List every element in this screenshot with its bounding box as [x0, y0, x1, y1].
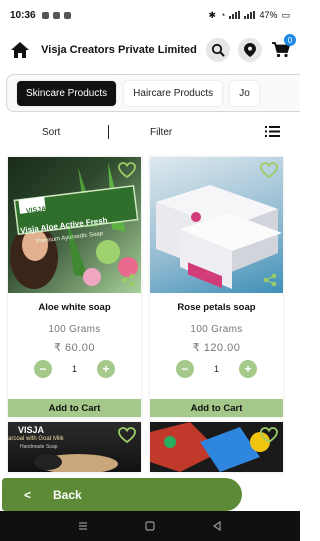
product-image[interactable]: VISJA Visja Aloe Active Fresh Premium Ay…	[8, 157, 141, 293]
system-icons: ✱ ◔ 47% ▭	[208, 10, 290, 21]
back-button[interactable]: < Back	[2, 478, 242, 511]
add-to-cart-button[interactable]: Add to Cart	[8, 399, 141, 417]
filter-button[interactable]: Filter	[150, 127, 172, 138]
notification-icons	[41, 11, 71, 19]
notification-icon	[52, 11, 60, 19]
cart-count-badge: 0	[284, 34, 296, 46]
signal-icon	[229, 11, 241, 19]
decrease-quantity-button[interactable]: −	[176, 360, 194, 378]
quantity-stepper: − 1 +	[8, 360, 141, 378]
favorite-heart-icon[interactable]	[118, 162, 136, 178]
wifi-icon: ◔	[220, 10, 226, 20]
signal-icon	[244, 11, 256, 19]
status-bar: 10:36 ✱ ◔ 47% ▭	[0, 0, 300, 30]
product-image[interactable]	[150, 157, 283, 293]
bluetooth-icon: ✱	[208, 9, 217, 20]
status-time: 10:36	[10, 9, 36, 21]
battery-percent: 47%	[259, 10, 278, 20]
add-to-cart-button[interactable]: Add to Cart	[150, 399, 283, 417]
product-quantity: 100 Grams	[190, 324, 243, 335]
location-pin-icon	[244, 43, 256, 57]
battery-icon: ▭	[281, 9, 290, 20]
product-image[interactable]	[150, 422, 283, 472]
list-view-icon[interactable]	[265, 126, 280, 137]
recent-apps-icon[interactable]	[77, 520, 89, 532]
product-card[interactable]	[150, 422, 283, 472]
quantity-value: 1	[213, 364, 219, 374]
favorite-heart-icon[interactable]	[260, 162, 278, 178]
decrease-quantity-button[interactable]: −	[34, 360, 52, 378]
chevron-left-icon: <	[24, 487, 32, 502]
share-icon[interactable]	[121, 273, 135, 287]
system-navigation-bar	[0, 511, 300, 541]
home-icon[interactable]	[8, 38, 32, 62]
search-icon	[211, 43, 225, 57]
increase-quantity-button[interactable]: +	[238, 360, 257, 378]
product-name[interactable]: Rose petals soap	[150, 302, 283, 313]
tab-haircare-products[interactable]: Haircare Products	[124, 80, 223, 106]
product-image[interactable]: VISJA arcoal with Goat Milk Handmade Soa…	[8, 422, 141, 472]
back-button-label: Back	[53, 487, 82, 502]
cart-button[interactable]: 0	[270, 34, 296, 62]
sort-button[interactable]: Sort	[42, 127, 60, 138]
category-tabs: Skincare Products Haircare Products Jo	[6, 74, 300, 112]
divider	[108, 125, 109, 139]
share-icon[interactable]	[263, 273, 277, 287]
tab-partial-category[interactable]: Jo	[230, 80, 259, 106]
sort-filter-bar: Sort Filter	[0, 112, 300, 152]
product-card[interactable]: VISJA Visja Aloe Active Fresh Premium Ay…	[8, 157, 141, 417]
product-quantity: 100 Grams	[48, 324, 101, 335]
product-grid: VISJA Visja Aloe Active Fresh Premium Ay…	[8, 157, 294, 472]
home-nav-icon[interactable]	[144, 520, 156, 532]
product-name[interactable]: Aloe white soap	[8, 302, 141, 313]
app-header: Visja Creators Private Limited 0	[0, 30, 300, 70]
product-card[interactable]: VISJA arcoal with Goat Milk Handmade Soa…	[8, 422, 141, 472]
product-card[interactable]: Rose petals soap 100 Grams ₹ 120.00 − 1 …	[150, 157, 283, 417]
favorite-heart-icon[interactable]	[118, 427, 136, 443]
product-price: ₹ 60.00	[53, 342, 96, 354]
tab-skincare-products[interactable]: Skincare Products	[17, 80, 117, 106]
increase-quantity-button[interactable]: +	[96, 360, 115, 378]
notification-icon	[63, 11, 71, 19]
back-nav-icon[interactable]	[211, 520, 223, 532]
quantity-stepper: − 1 +	[150, 360, 283, 378]
favorite-heart-icon[interactable]	[260, 427, 278, 443]
quantity-value: 1	[71, 364, 77, 374]
location-button[interactable]	[238, 38, 262, 62]
search-button[interactable]	[206, 38, 230, 62]
page-title: Visja Creators Private Limited	[41, 43, 197, 56]
notification-icon	[41, 11, 49, 19]
product-price: ₹ 120.00	[192, 342, 241, 354]
